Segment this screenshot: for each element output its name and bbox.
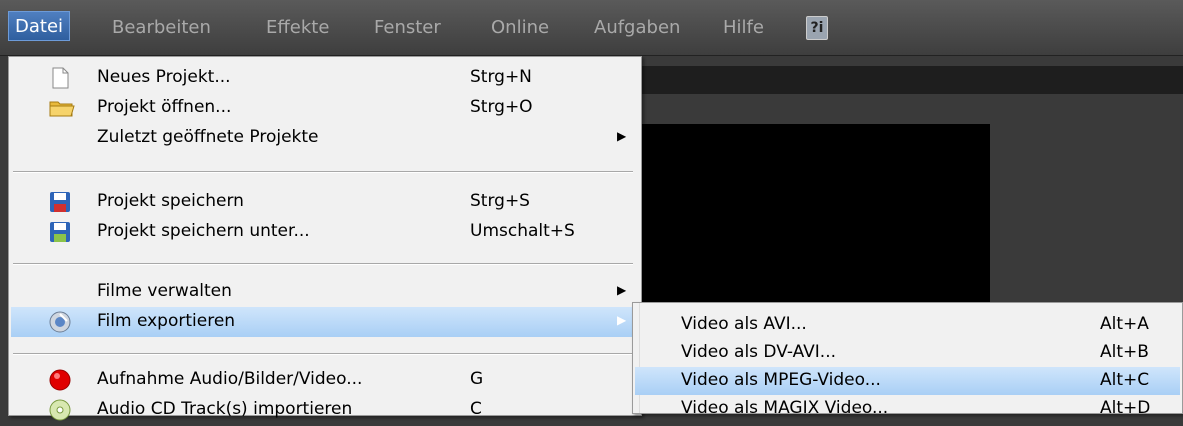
submenu-item-label: Video als MAGIX Video... bbox=[681, 398, 889, 418]
submenu-item-video-mpeg[interactable]: Video als MPEG-Video... Alt+C bbox=[635, 367, 1180, 395]
help-info-icon[interactable]: ?i bbox=[806, 16, 828, 40]
menu-separator bbox=[13, 263, 633, 265]
menu-item-shortcut: Strg+N bbox=[470, 67, 532, 87]
menu-hilfe[interactable]: Hilfe bbox=[723, 14, 764, 42]
menu-item-filme-verwalten[interactable]: Filme verwalten ▶ bbox=[11, 277, 639, 307]
menu-item-shortcut: G bbox=[470, 369, 484, 389]
menu-item-shortcut: Umschalt+S bbox=[470, 221, 575, 241]
menu-item-label: Neues Projekt... bbox=[97, 67, 231, 87]
menu-separator bbox=[13, 171, 633, 173]
record-icon bbox=[49, 369, 71, 391]
new-document-icon bbox=[49, 67, 71, 89]
menu-aufgaben[interactable]: Aufgaben bbox=[594, 14, 680, 42]
save-icon bbox=[49, 191, 71, 213]
menu-item-projekt-oeffnen[interactable]: Projekt öffnen... Strg+O bbox=[11, 93, 639, 123]
timeline-strip bbox=[640, 66, 1183, 94]
menu-item-projekt-speichern-unter[interactable]: Projekt speichern unter... Umschalt+S bbox=[11, 217, 639, 247]
menu-datei[interactable]: Datei bbox=[8, 11, 71, 41]
menu-item-audio-cd-importieren[interactable]: Audio CD Track(s) importieren C bbox=[11, 395, 639, 425]
submenu-item-label: Video als MPEG-Video... bbox=[681, 370, 881, 390]
menu-bearbeiten[interactable]: Bearbeiten bbox=[112, 14, 211, 42]
menu-item-zuletzt-geoeffnete[interactable]: Zuletzt geöffnete Projekte ▶ bbox=[11, 123, 639, 153]
datei-dropdown-menu: Neues Projekt... Strg+N Projekt öffnen..… bbox=[8, 56, 642, 421]
menu-item-label: Film exportieren bbox=[97, 311, 236, 331]
film-exportieren-submenu: Video als AVI... Alt+A Video als DV-AVI.… bbox=[632, 302, 1183, 418]
menu-item-shortcut: Strg+O bbox=[470, 97, 533, 117]
folder-icon bbox=[49, 97, 75, 119]
menu-item-label: Audio CD Track(s) importieren bbox=[97, 399, 353, 419]
submenu-item-label: Video als AVI... bbox=[681, 314, 807, 334]
submenu-arrow-icon: ▶ bbox=[617, 283, 627, 297]
menu-item-label: Projekt speichern bbox=[97, 191, 244, 211]
video-preview bbox=[640, 124, 990, 310]
menu-item-shortcut: Strg+S bbox=[470, 191, 530, 211]
menu-effekte[interactable]: Effekte bbox=[266, 14, 329, 42]
submenu-item-shortcut: Alt+B bbox=[1100, 342, 1149, 362]
submenu-arrow-icon: ▶ bbox=[617, 129, 627, 143]
submenu-item-video-dv-avi[interactable]: Video als DV-AVI... Alt+B bbox=[635, 339, 1180, 367]
save-as-icon bbox=[49, 221, 71, 243]
export-icon bbox=[49, 311, 71, 333]
menu-item-projekt-speichern[interactable]: Projekt speichern Strg+S bbox=[11, 187, 639, 217]
menu-item-label: Zuletzt geöffnete Projekte bbox=[97, 127, 319, 147]
menu-item-neues-projekt[interactable]: Neues Projekt... Strg+N bbox=[11, 63, 639, 93]
menu-item-film-exportieren[interactable]: Film exportieren ▶ bbox=[11, 307, 639, 337]
menu-item-aufnahme[interactable]: Aufnahme Audio/Bilder/Video... G bbox=[11, 365, 639, 395]
menu-item-shortcut: C bbox=[470, 399, 482, 419]
menu-online[interactable]: Online bbox=[491, 14, 549, 42]
menu-item-label: Projekt speichern unter... bbox=[97, 221, 310, 241]
menu-bar: Datei Bearbeiten Effekte Fenster Online … bbox=[0, 0, 1183, 56]
submenu-item-video-avi[interactable]: Video als AVI... Alt+A bbox=[635, 311, 1180, 339]
menu-separator bbox=[13, 353, 633, 355]
audio-cd-icon bbox=[49, 399, 71, 421]
menu-item-label: Filme verwalten bbox=[97, 281, 232, 301]
submenu-item-shortcut: Alt+A bbox=[1100, 314, 1149, 334]
submenu-item-label: Video als DV-AVI... bbox=[681, 342, 837, 362]
menu-item-label: Aufnahme Audio/Bilder/Video... bbox=[97, 369, 363, 389]
submenu-item-shortcut: Alt+D bbox=[1100, 398, 1151, 418]
menu-fenster[interactable]: Fenster bbox=[374, 14, 441, 42]
menu-item-label: Projekt öffnen... bbox=[97, 97, 232, 117]
submenu-arrow-icon: ▶ bbox=[617, 313, 627, 327]
submenu-item-video-magix[interactable]: Video als MAGIX Video... Alt+D bbox=[635, 395, 1180, 423]
submenu-item-shortcut: Alt+C bbox=[1100, 370, 1150, 390]
